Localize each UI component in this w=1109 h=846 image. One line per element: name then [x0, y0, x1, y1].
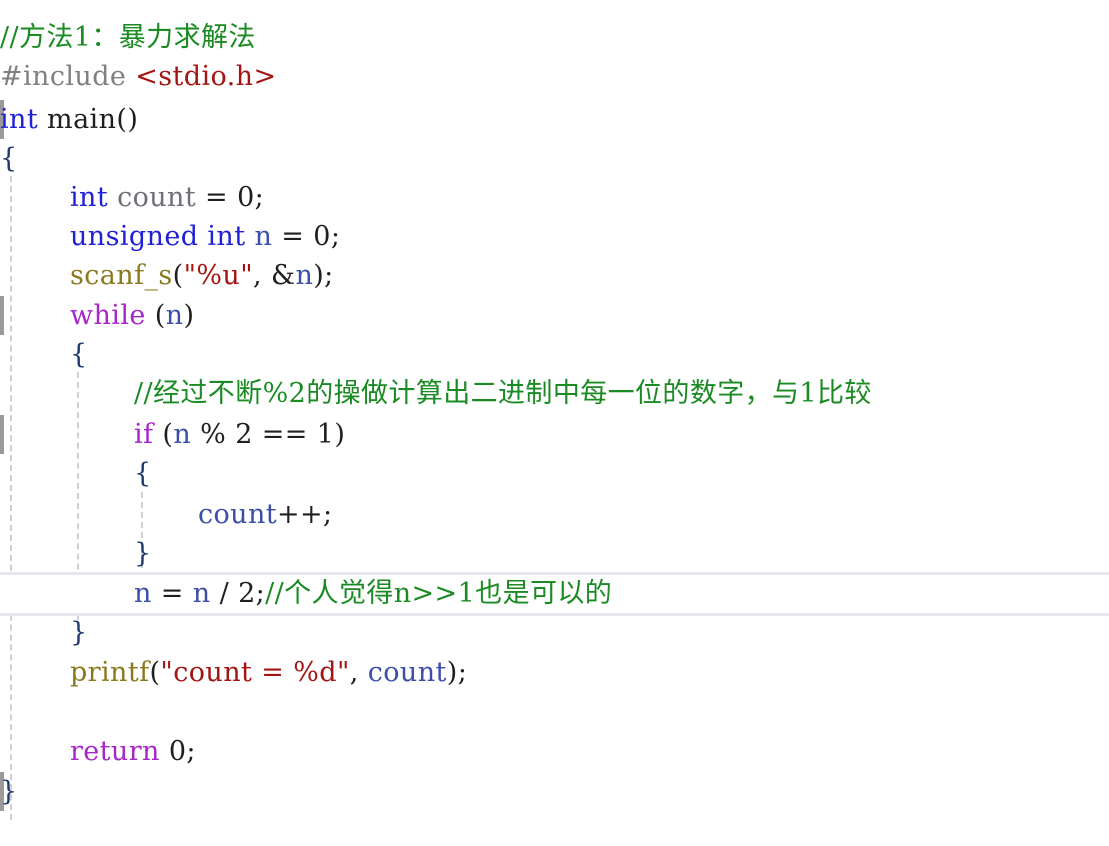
code-token: } — [0, 776, 18, 807]
code-token: return — [70, 736, 160, 767]
code-token: 2 — [235, 419, 253, 450]
code-line[interactable]: scanf_s("%u", &n); — [0, 256, 334, 295]
code-token: 0 — [237, 182, 255, 213]
code-line[interactable]: while (n) — [0, 296, 194, 335]
code-token: n — [134, 578, 152, 609]
code-token: , — [253, 260, 272, 291]
code-line[interactable]: return 0; — [0, 732, 196, 771]
code-token: n — [173, 419, 192, 450]
code-token: //方法1：暴力求解法 — [0, 22, 256, 53]
code-token: == — [252, 419, 317, 450]
code-token: { — [134, 458, 152, 489]
code-token: count — [367, 657, 447, 688]
code-token: 2 — [238, 578, 256, 609]
code-token: n — [295, 260, 314, 291]
code-line[interactable]: count++; — [0, 495, 333, 534]
code-token: unsigned int — [70, 221, 246, 252]
code-token: main — [38, 104, 117, 135]
code-token: ; — [186, 736, 196, 767]
code-line[interactable]: } — [0, 613, 88, 652]
code-token: //个人觉得n>>1也是可以的 — [265, 578, 613, 609]
code-token: if — [134, 419, 154, 450]
code-token: ( — [162, 419, 174, 450]
code-line[interactable]: { — [0, 335, 88, 374]
code-token: "count = %d" — [160, 657, 350, 688]
code-line[interactable]: //经过不断%2的操做计算出二进制中每一位的数字，与1比较 — [0, 374, 872, 413]
code-token: count — [117, 182, 197, 213]
code-line[interactable]: { — [0, 454, 152, 493]
code-editor-surface[interactable]: //方法1：暴力求解法 #include <stdio.h> int main(){… — [0, 0, 1109, 846]
code-token: while — [70, 300, 146, 331]
code-token: "%u" — [183, 260, 254, 291]
code-token: #include — [0, 61, 136, 92]
code-token: } — [70, 617, 88, 648]
code-token: % — [191, 419, 236, 450]
code-token: ++; — [277, 499, 333, 530]
code-token: & — [271, 260, 296, 291]
code-token: = — [196, 182, 238, 213]
code-token: 0 — [313, 221, 331, 252]
code-token: 1 — [316, 419, 335, 450]
code-line[interactable] — [0, 692, 70, 731]
code-token: //经过不断%2的操做计算出二进制中每一位的数字，与1比较 — [134, 378, 872, 409]
code-token: int — [70, 182, 109, 213]
code-token: { — [0, 143, 18, 174]
code-token: ) — [183, 300, 195, 331]
code-token: () — [116, 104, 139, 135]
code-token: ( — [154, 300, 166, 331]
code-token: n — [192, 578, 211, 609]
code-line[interactable]: int count = 0; — [0, 178, 264, 217]
code-token: ) — [334, 419, 346, 450]
code-line[interactable]: //方法1：暴力求解法 — [0, 18, 256, 57]
code-token: printf — [70, 657, 150, 688]
code-line[interactable]: #include <stdio.h> — [0, 57, 276, 96]
code-token: ( — [172, 260, 184, 291]
code-token: scanf_s — [70, 260, 173, 291]
code-line[interactable]: { — [0, 139, 18, 178]
code-line[interactable]: printf("count = %d", count); — [0, 653, 467, 692]
code-token: n — [165, 300, 184, 331]
code-token: ); — [313, 260, 334, 291]
code-token: = — [272, 221, 314, 252]
code-token: ); — [446, 657, 468, 688]
code-token: ( — [149, 657, 161, 688]
code-token: 0 — [168, 736, 187, 767]
code-token: ; — [330, 221, 341, 252]
code-token: ; — [255, 578, 266, 609]
code-line[interactable]: int main() — [0, 100, 138, 139]
code-token: } — [134, 538, 152, 569]
code-token: count — [198, 499, 278, 530]
code-line[interactable]: } — [0, 772, 18, 811]
code-token: n — [254, 221, 273, 252]
code-token: ; — [254, 182, 265, 213]
code-token: / — [210, 578, 239, 609]
code-token: , — [349, 657, 368, 688]
code-line[interactable]: unsigned int n = 0; — [0, 217, 340, 256]
code-token: { — [70, 339, 88, 370]
code-text-layer[interactable]: //方法1：暴力求解法 #include <stdio.h> int main(){… — [0, 0, 1109, 846]
code-token: = — [151, 578, 193, 609]
code-line[interactable]: if (n % 2 == 1) — [0, 415, 345, 454]
code-token: int — [0, 104, 39, 135]
code-line[interactable]: n = n / 2;//个人觉得n>>1也是可以的 — [0, 574, 612, 613]
code-line[interactable]: } — [0, 534, 152, 573]
code-token: <stdio.h> — [135, 61, 277, 92]
